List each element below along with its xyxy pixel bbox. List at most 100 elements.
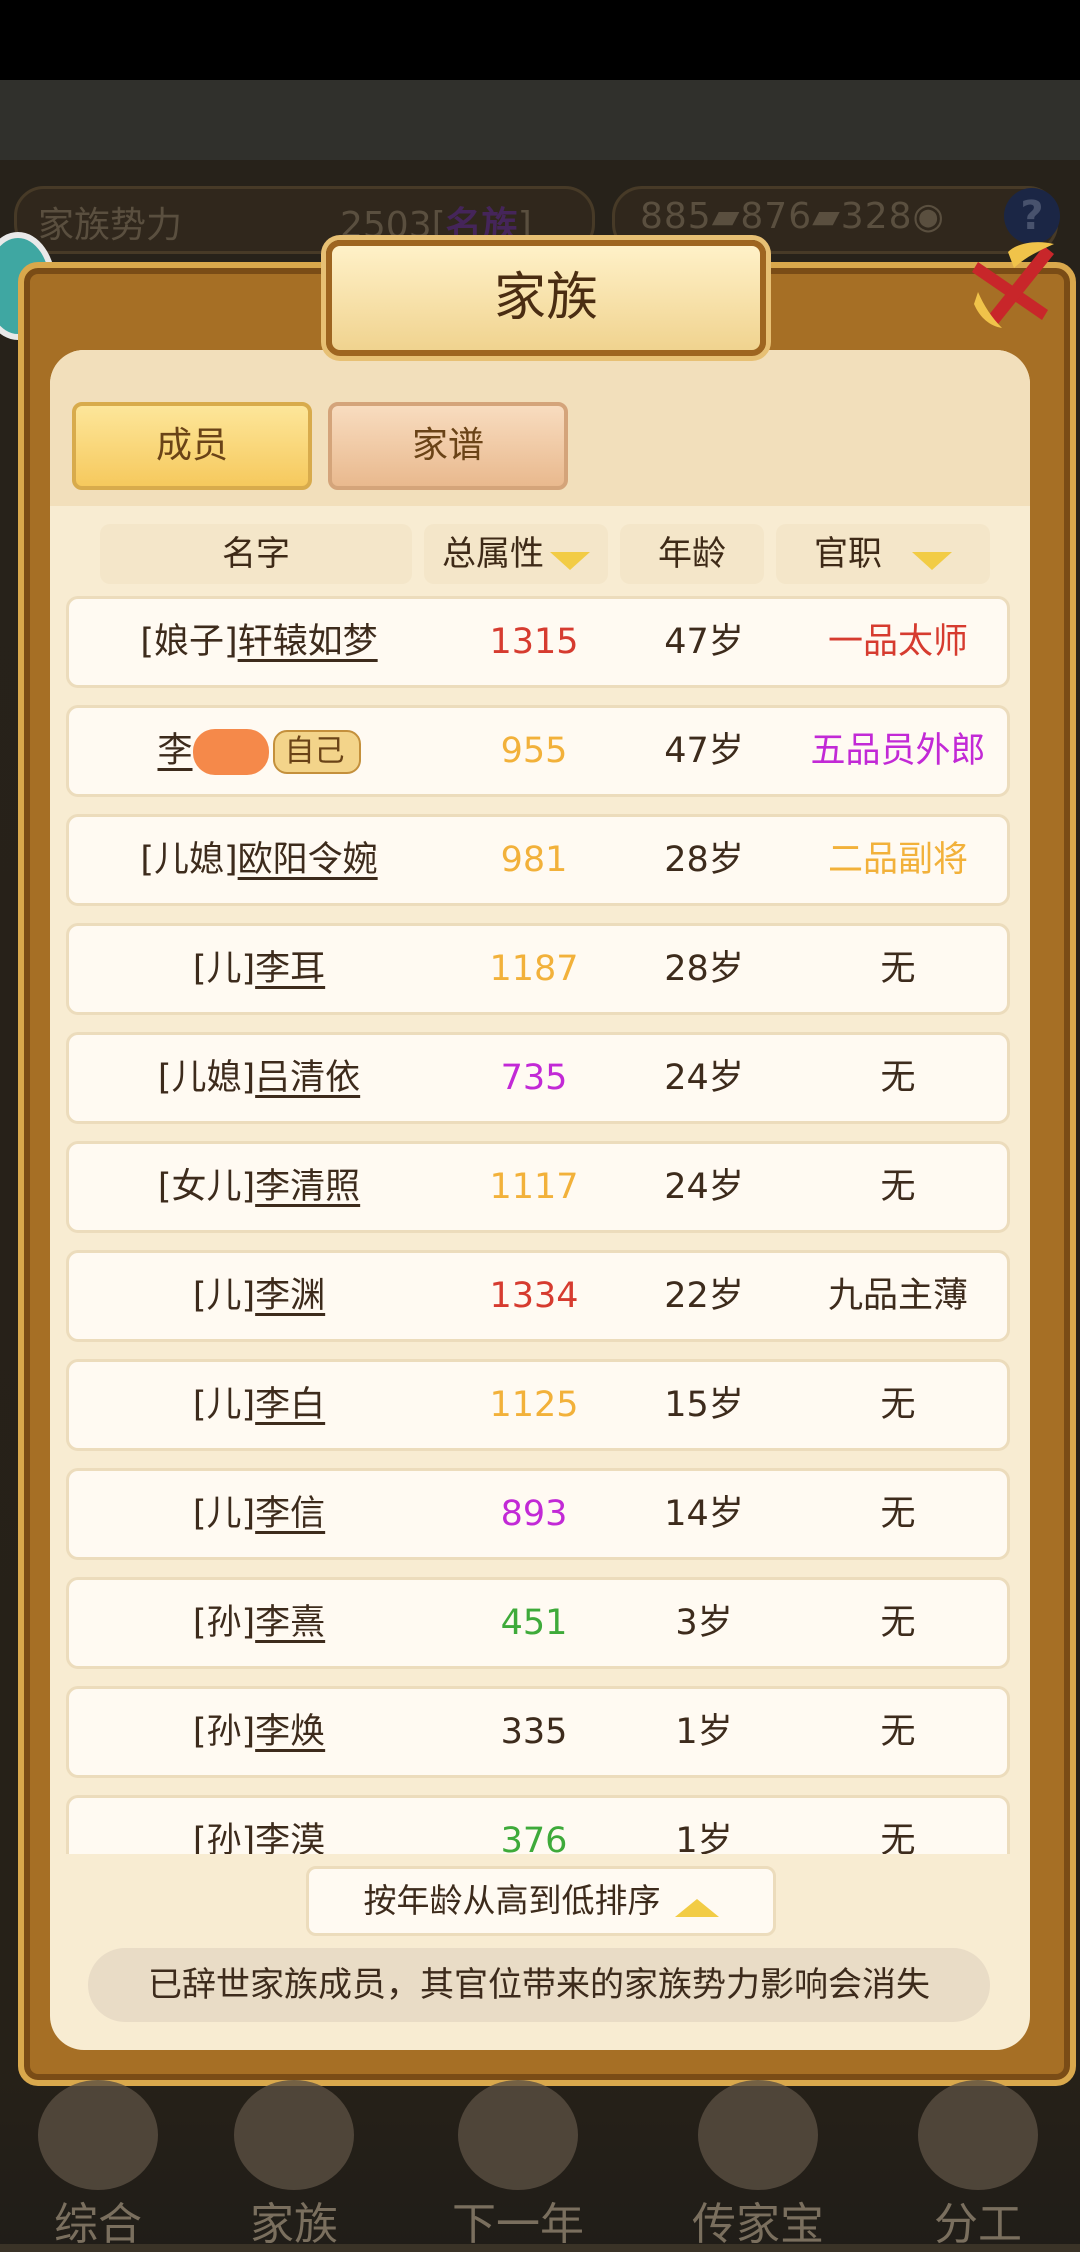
member-row[interactable]: [儿媳]欧阳令婉 981 28岁 二品副将 (66, 814, 1010, 906)
member-relation: [儿媳] (157, 1058, 256, 1098)
member-office: 无 (880, 1058, 916, 1098)
member-row[interactable]: [儿]李白 1125 15岁 无 (66, 1359, 1010, 1451)
member-age: 47岁 (664, 622, 744, 662)
member-age: 28岁 (664, 840, 744, 880)
self-badge: 自己 (272, 730, 361, 774)
member-name-link[interactable]: 轩辕如梦 (238, 622, 378, 662)
person-icon (918, 2080, 1038, 2190)
member-relation: [孙] (192, 1821, 256, 1854)
member-age: 15岁 (664, 1385, 744, 1425)
member-name-cell: [女儿]李清照 (69, 1144, 449, 1230)
column-header-name: 名字 (100, 524, 412, 584)
close-icon[interactable] (958, 232, 1066, 340)
member-name-cell: [孙]李焕 (69, 1689, 449, 1775)
scroll-icon (38, 2080, 158, 2190)
member-age: 3岁 (675, 1603, 733, 1643)
member-row[interactable]: [女儿]李清照 1117 24岁 无 (66, 1141, 1010, 1233)
member-total-attr: 893 (500, 1494, 568, 1534)
sort-button[interactable]: 按年龄从高到低排序 (306, 1866, 776, 1936)
nav-overview[interactable]: 综合 (0, 2070, 196, 2250)
member-office: 无 (880, 1821, 916, 1854)
member-name-link[interactable]: 李漠 (255, 1821, 325, 1854)
member-name-link[interactable]: 李渊 (255, 1276, 325, 1316)
member-total-attr: 335 (500, 1712, 568, 1752)
member-total-attr: 955 (500, 731, 568, 771)
nav-heirloom-label: 传家宝 (692, 2199, 824, 2250)
nav-heirloom[interactable]: 传家宝 (660, 2070, 856, 2250)
nav-division[interactable]: 分工 (880, 2070, 1076, 2250)
deceased-notice: 已辞世家族成员，其官位带来的家族势力影响会消失 (88, 1948, 990, 2022)
member-row[interactable]: [儿]李渊 1334 22岁 九品主薄 (66, 1250, 1010, 1342)
member-name-cell: [儿]李耳 (69, 926, 449, 1012)
member-name-link[interactable]: 李耳 (255, 949, 325, 989)
member-name-cell: 李 自己 (69, 708, 449, 794)
nav-next-year-label: 下一年 (452, 2199, 584, 2250)
member-total-attr: 735 (500, 1058, 568, 1098)
member-list[interactable]: [娘子]轩辕如梦 1315 47岁 一品太师李自己 955 47岁 五品员外郎 [儿媳]欧阳令… (66, 596, 1012, 1854)
member-row[interactable]: 李 自己 955 47岁 五品员外郎 (66, 705, 1010, 797)
filter-down-icon (912, 551, 952, 570)
member-total-attr: 1125 (489, 1385, 579, 1425)
member-office: 无 (880, 1167, 916, 1207)
system-status-bar (0, 0, 1080, 80)
dialog-title: 家族 (493, 268, 598, 328)
member-total-attr: 451 (500, 1603, 568, 1643)
member-relation: [儿] (192, 1385, 256, 1425)
member-name-link[interactable]: 李 (157, 731, 192, 771)
member-office: 五品员外郎 (810, 731, 986, 771)
column-header-attr-label: 总属性 (442, 534, 544, 574)
member-office: 无 (880, 1385, 916, 1425)
member-relation: [儿] (192, 1276, 256, 1316)
column-header-name-label: 名字 (222, 534, 290, 574)
house-icon (234, 2080, 354, 2190)
member-total-attr: 376 (500, 1821, 568, 1854)
member-row[interactable]: [儿]李信 893 14岁 无 (66, 1468, 1010, 1560)
member-relation: [女儿] (157, 1167, 256, 1207)
member-name-link[interactable]: 吕清依 (255, 1058, 360, 1098)
column-header-age[interactable]: 年龄 (620, 524, 764, 584)
member-name-link[interactable]: 李白 (255, 1385, 325, 1425)
nav-next-year[interactable]: 下一年 (420, 2070, 616, 2250)
member-total-attr: 1117 (489, 1167, 579, 1207)
tab-members-label: 成员 (155, 425, 228, 466)
member-name-link[interactable]: 李清照 (255, 1167, 360, 1207)
mountain-icon (458, 2080, 578, 2190)
member-age: 22岁 (664, 1276, 744, 1316)
member-row[interactable]: [娘子]轩辕如梦 1315 47岁 一品太师 (66, 596, 1010, 688)
member-total-attr: 981 (500, 840, 568, 880)
member-row[interactable]: [孙]李焕 335 1岁 无 (66, 1686, 1010, 1778)
nav-overview-label: 综合 (54, 2199, 142, 2250)
column-header-office[interactable]: 官职 (776, 524, 990, 584)
member-relation: [孙] (192, 1712, 256, 1752)
member-row[interactable]: [孙]李熹 451 3岁 无 (66, 1577, 1010, 1669)
member-row[interactable]: [儿媳]吕清依 735 24岁 无 (66, 1032, 1010, 1124)
column-header-age-label: 年龄 (658, 534, 726, 574)
member-name-link[interactable]: 李信 (255, 1494, 325, 1534)
member-age: 14岁 (664, 1494, 744, 1534)
member-name-cell: [儿媳]欧阳令婉 (69, 817, 449, 903)
column-header-office-label: 官职 (814, 534, 882, 574)
member-name-cell: [孙]李熹 (69, 1580, 449, 1666)
jade-icon (698, 2080, 818, 2190)
member-relation: [儿] (192, 1494, 256, 1534)
member-name-link[interactable]: 李熹 (255, 1603, 325, 1643)
member-relation: [儿] (192, 949, 256, 989)
tab-members[interactable]: 成员 (72, 402, 312, 490)
tab-genealogy[interactable]: 家谱 (328, 402, 568, 490)
sort-down-icon (550, 551, 590, 570)
member-name-cell: [儿]李白 (69, 1362, 449, 1448)
member-name-cell: [儿]李渊 (69, 1253, 449, 1339)
member-office: 无 (880, 1712, 916, 1752)
member-age: 28岁 (664, 949, 744, 989)
member-row[interactable]: [孙]李漠 376 1岁 无 (66, 1795, 1010, 1854)
member-name-cell: [儿媳]吕清依 (69, 1035, 449, 1121)
nav-family[interactable]: 家族 (196, 2070, 392, 2250)
nav-family-label: 家族 (250, 2199, 338, 2250)
member-office: 二品副将 (827, 840, 968, 880)
bottom-nav: 综合 家族 下一年 传家宝 分工 (0, 2070, 1080, 2250)
column-header-attr[interactable]: 总属性 (424, 524, 608, 584)
member-row[interactable]: [儿]李耳 1187 28岁 无 (66, 923, 1010, 1015)
member-name-link[interactable]: 欧阳令婉 (238, 840, 378, 880)
member-name-link[interactable]: 李焕 (255, 1712, 325, 1752)
member-relation: [孙] (192, 1603, 256, 1643)
